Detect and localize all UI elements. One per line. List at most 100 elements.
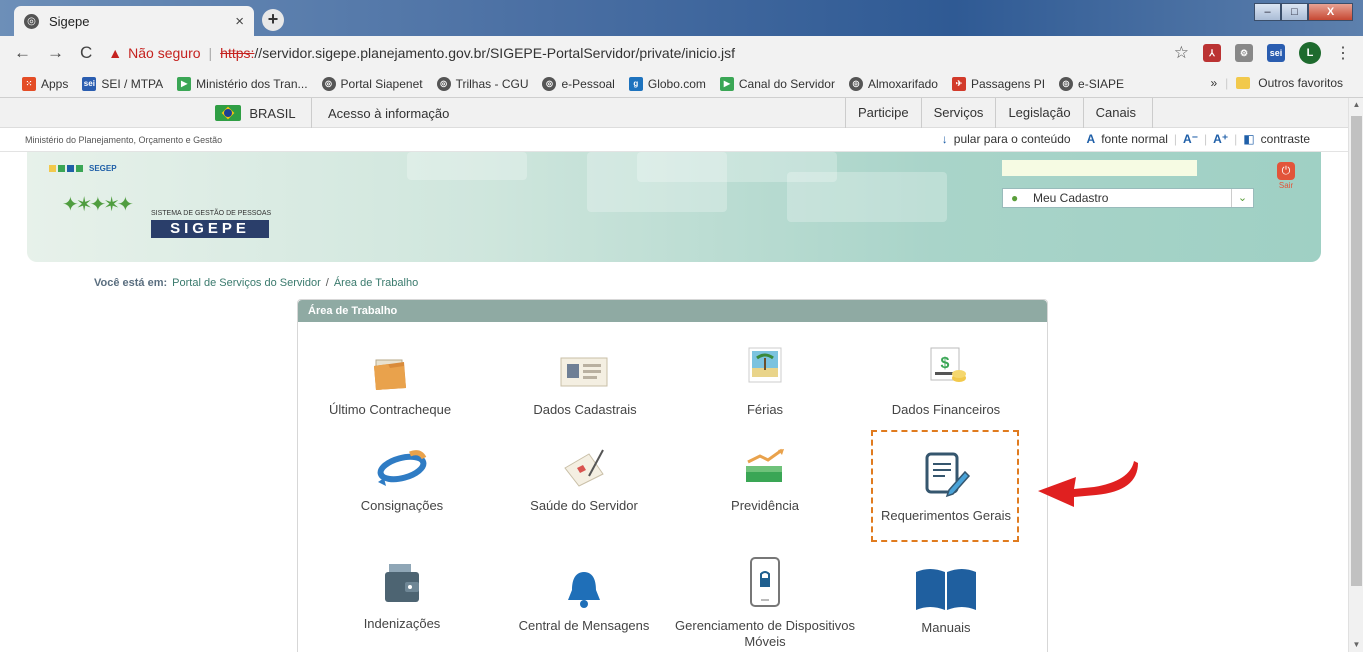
play-flag-icon: ▶ — [719, 76, 734, 91]
bookmark-label: e-SIAPE — [1078, 76, 1125, 91]
browser-tab[interactable]: ◎ Sigepe × — [14, 6, 254, 36]
normal-font-link[interactable]: fonte normal — [1101, 132, 1168, 146]
browser-menu-icon[interactable]: ⋮ — [1335, 43, 1351, 63]
globe-icon: ◎ — [436, 76, 451, 91]
breadcrumb-portal-link[interactable]: Portal de Serviços do Servidor — [172, 277, 321, 289]
bookmark-sei[interactable]: sei SEI / MTPA — [82, 76, 163, 91]
meu-cadastro-dropdown[interactable]: ● Meu Cadastro ⌄ — [1002, 188, 1254, 208]
banner-decoration — [407, 152, 527, 180]
tile-consignacoes[interactable]: Consignações — [312, 446, 492, 514]
tab-close-button[interactable]: × — [235, 13, 244, 30]
sei-extension-icon[interactable]: sei — [1267, 44, 1285, 62]
decrease-font-button[interactable]: A⁻ — [1183, 132, 1198, 146]
bookmark-label: Canal do Servidor — [738, 76, 835, 91]
extension-gear-icon[interactable]: ⚙ — [1235, 44, 1253, 62]
increase-font-button[interactable]: A⁺ — [1213, 132, 1228, 146]
back-button[interactable]: ← — [14, 43, 31, 63]
skip-to-content-link[interactable]: pular para o conteúdo — [954, 132, 1071, 146]
pdf-extension-icon[interactable]: ⅄ — [1203, 44, 1221, 62]
url-field[interactable]: ▲ Não seguro | https: //servidor.sigepe.… — [108, 39, 735, 67]
gov-menu-legislacao[interactable]: Legislação — [995, 98, 1082, 128]
tile-previdencia[interactable]: Previdência — [675, 448, 855, 514]
sigepe-header-banner: SEGEP ✦✶✦✶✦ SISTEMA DE GESTÃO DE PESSOAS… — [27, 152, 1321, 262]
maximize-button[interactable]: □ — [1281, 3, 1308, 21]
page-scrollbar[interactable]: ▲ ▼ — [1348, 98, 1363, 652]
beach-photo-icon — [748, 347, 782, 383]
more-bookmarks-button[interactable]: » — [1210, 76, 1217, 90]
bookmark-label: Passagens PI — [970, 76, 1046, 91]
security-indicator[interactable]: Não seguro — [128, 45, 200, 61]
acesso-informacao-link[interactable]: Acesso à informação — [328, 106, 449, 121]
other-bookmarks[interactable]: Outros favoritos — [1258, 76, 1343, 90]
swirl-arrow-icon — [377, 450, 427, 486]
gov-menu-participe[interactable]: Participe — [845, 98, 921, 128]
brasil-link[interactable]: BRASIL — [200, 98, 312, 128]
scrollbar-thumb[interactable] — [1351, 116, 1362, 586]
bookmark-label: Portal Siapenet — [340, 76, 423, 91]
bookmark-almoxarifado[interactable]: ◎ Almoxarifado — [848, 76, 938, 91]
tile-manuais[interactable]: Manuais — [856, 566, 1036, 636]
bookmark-label: Trilhas - CGU — [455, 76, 529, 91]
id-card-icon — [560, 357, 608, 387]
close-window-button[interactable]: X — [1308, 3, 1353, 21]
globe-icon: ◎ — [24, 13, 39, 29]
system-name: SISTEMA DE GESTÃO DE PESSOAS — [151, 210, 272, 217]
brasil-label: BRASIL — [249, 105, 296, 121]
user-icon: ● — [1011, 191, 1019, 205]
ministry-bar: Ministério do Planejamento, Orçamento e … — [0, 128, 1348, 152]
tile-indenizacoes[interactable]: Indenizações — [312, 558, 492, 632]
logout-button[interactable]: ⏻ Sair — [1277, 162, 1295, 190]
divider: | — [1234, 132, 1238, 146]
tile-label: Dados Financeiros — [891, 402, 1001, 417]
gov-menu-canais[interactable]: Canais — [1082, 98, 1153, 128]
bookmark-trilhas[interactable]: ◎ Trilhas - CGU — [436, 76, 529, 91]
chevron-down-icon[interactable]: ⌄ — [1231, 189, 1253, 207]
reload-button[interactable]: C — [80, 43, 92, 63]
profile-avatar[interactable]: L — [1299, 42, 1321, 64]
gov-menu-servicos[interactable]: Serviços — [920, 98, 996, 128]
window-controls: – □ X — [1254, 3, 1353, 21]
bookmark-label: Apps — [41, 76, 69, 91]
meu-cadastro-label: Meu Cadastro — [1033, 191, 1109, 205]
minimize-button[interactable]: – — [1254, 3, 1281, 21]
contrast-link[interactable]: contraste — [1261, 132, 1310, 146]
globe-icon: ◎ — [321, 76, 336, 91]
forward-button[interactable]: → — [47, 43, 64, 63]
bookmark-passagens[interactable]: ✈ Passagens PI — [951, 76, 1046, 91]
font-a-icon: A — [1086, 132, 1096, 146]
bookmark-esiape[interactable]: ◎ e-SIAPE — [1059, 76, 1125, 91]
tile-dados-financeiros[interactable]: $ Dados Financeiros — [856, 344, 1036, 418]
segep-blocks-icon — [49, 165, 83, 172]
new-tab-button[interactable]: + — [262, 9, 284, 31]
folder-documents-icon — [374, 359, 406, 390]
bookmark-globo[interactable]: g Globo.com — [628, 76, 706, 91]
folder-icon — [1236, 77, 1251, 89]
svg-text:$: $ — [941, 355, 950, 372]
bookmark-star-icon[interactable]: ☆ — [1174, 43, 1189, 63]
bookmark-siapenet[interactable]: ◎ Portal Siapenet — [321, 76, 423, 91]
bookmark-label: Almoxarifado — [867, 76, 938, 91]
scroll-up-arrow-icon[interactable]: ▲ — [1349, 98, 1363, 112]
tile-label: Férias — [746, 402, 784, 417]
segep-label: SEGEP — [89, 164, 117, 173]
tile-label: Manuais — [921, 620, 971, 635]
tile-ultimo-contracheque[interactable]: Último Contracheque — [300, 350, 480, 418]
tile-central-mensagens[interactable]: Central de Mensagens — [494, 568, 674, 634]
bookmark-apps[interactable]: ⁙ Apps — [22, 76, 69, 91]
tile-saude-servidor[interactable]: Saúde do Servidor — [494, 446, 674, 514]
breadcrumb-current: Área de Trabalho — [333, 277, 419, 289]
banner-decoration — [787, 172, 947, 222]
divider: | — [1225, 76, 1229, 90]
tile-ferias[interactable]: Férias — [675, 344, 855, 418]
tile-dados-cadastrais[interactable]: Dados Cadastrais — [495, 350, 675, 418]
scroll-down-arrow-icon[interactable]: ▼ — [1349, 638, 1363, 652]
sigepe-logo[interactable]: SIGEPE — [151, 220, 269, 238]
bookmark-canal[interactable]: ▶ Canal do Servidor — [719, 76, 835, 91]
bookmark-ministerio[interactable]: ▶ Ministério dos Tran... — [177, 76, 308, 91]
bookmark-epessoal[interactable]: ◎ e-Pessoal — [542, 76, 615, 91]
mobile-lock-icon — [750, 557, 780, 607]
plane-icon: ✈ — [951, 76, 966, 91]
tile-dispositivos-moveis[interactable]: Gerenciamento de Dispositivos Móveis — [675, 556, 855, 650]
bookmarks-bar: ⁙ Apps sei SEI / MTPA ▶ Ministério dos T… — [0, 70, 1363, 98]
play-flag-icon: ▶ — [177, 76, 192, 91]
